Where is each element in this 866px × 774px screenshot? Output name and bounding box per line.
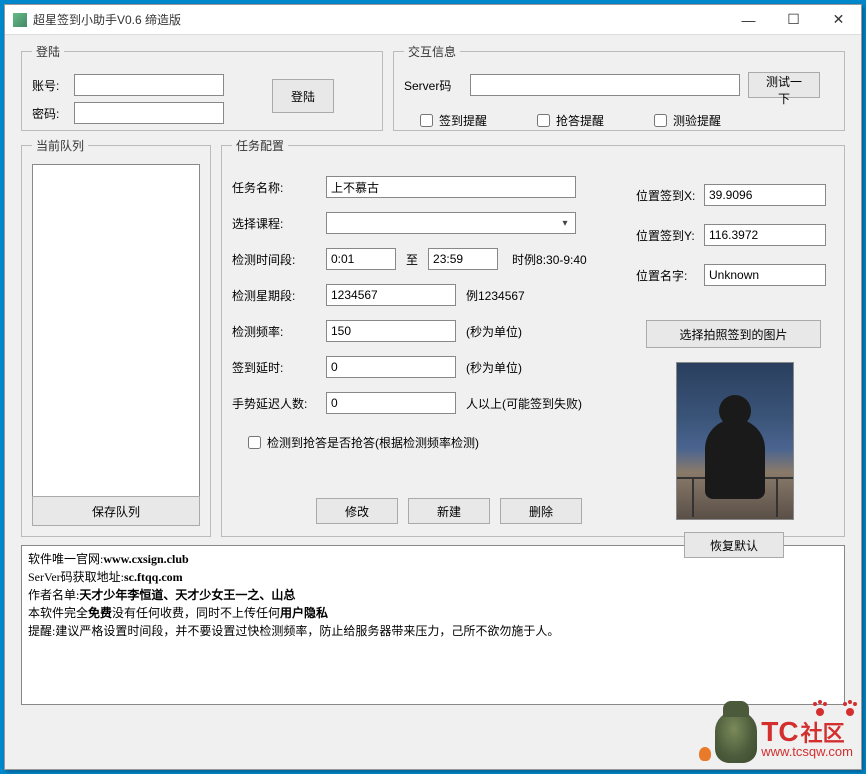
freq-input[interactable] [326,320,456,342]
close-button[interactable]: ✕ [816,5,861,35]
task-name-input[interactable] [326,176,576,198]
chevron-down-icon: ▾ [557,215,573,231]
config-legend: 任务配置 [232,137,288,154]
interaction-legend: 交互信息 [404,43,460,60]
queue-legend: 当前队列 [32,137,88,154]
loc-y-input[interactable] [704,224,826,246]
loc-name-input[interactable] [704,264,826,286]
app-icon [13,13,27,27]
server-label: Server码 [404,77,462,94]
auto-answer-checkbox[interactable]: 检测到抢答是否抢答(根据检测频率检测) [248,434,479,451]
password-label: 密码: [32,105,74,122]
task-name-label: 任务名称: [232,179,326,196]
login-legend: 登陆 [32,43,64,60]
delete-button[interactable]: 删除 [500,498,582,524]
time-range-label: 检测时间段: [232,251,326,268]
new-button[interactable]: 新建 [408,498,490,524]
queue-group: 当前队列 保存队列 [21,137,211,537]
interaction-group: 交互信息 Server码 测试一下 签到提醒 抢答提醒 测验提醒 [393,43,845,131]
photo-preview[interactable] [676,362,794,520]
watermark-logo: TC社区 www.tcsqw.com [715,711,853,763]
gesture-input[interactable] [326,392,456,414]
queue-list[interactable] [32,164,200,504]
info-textarea[interactable]: 软件唯一官网:www.cxsign.club SerVer码获取地址:sc.ft… [21,545,845,705]
time-example: 时例8:30-9:40 [512,251,587,268]
restore-default-button[interactable]: 恢复默认 [684,532,784,558]
loc-y-label: 位置签到Y: [636,227,704,244]
login-button[interactable]: 登陆 [272,79,334,113]
delay-input[interactable] [326,356,456,378]
week-input[interactable] [326,284,456,306]
loc-name-label: 位置名字: [636,267,704,284]
week-label: 检测星期段: [232,287,326,304]
answer-reminder-checkbox[interactable]: 抢答提醒 [537,112,604,129]
gesture-unit: 人以上(可能签到失败) [466,395,582,412]
window-controls: — ☐ ✕ [726,5,861,35]
course-select[interactable]: ▾ [326,212,576,234]
test-button[interactable]: 测试一下 [748,72,820,98]
loc-x-label: 位置签到X: [636,187,704,204]
loc-x-input[interactable] [704,184,826,206]
delay-label: 签到延时: [232,359,326,376]
login-group: 登陆 账号: 密码: 登陆 [21,43,383,131]
task-config-group: 任务配置 任务名称: 选择课程: ▾ 检测时间段: 至 [221,137,845,537]
exam-reminder-checkbox[interactable]: 测验提醒 [654,112,721,129]
save-queue-button[interactable]: 保存队列 [32,496,200,526]
window-title: 超星签到小助手V0.6 缔造版 [33,11,726,28]
minimize-button[interactable]: — [726,5,771,35]
password-input[interactable] [74,102,224,124]
freq-label: 检测频率: [232,323,326,340]
location-panel: 位置签到X: 位置签到Y: 位置名字: 选择拍照签到的图片 [636,184,834,558]
app-window: 超星签到小助手V0.6 缔造版 — ☐ ✕ 登陆 账号: 密码: [4,4,862,770]
choose-photo-button[interactable]: 选择拍照签到的图片 [646,320,821,348]
week-example: 例1234567 [466,287,525,304]
maximize-button[interactable]: ☐ [771,5,816,35]
modify-button[interactable]: 修改 [316,498,398,524]
delay-unit: (秒为单位) [466,359,522,376]
freq-unit: (秒为单位) [466,323,522,340]
account-input[interactable] [74,74,224,96]
time-to-word: 至 [406,251,418,268]
watermark: TC社区 www.tcsqw.com [715,711,853,763]
course-label: 选择课程: [232,215,326,232]
signin-reminder-checkbox[interactable]: 签到提醒 [420,112,487,129]
titlebar[interactable]: 超星签到小助手V0.6 缔造版 — ☐ ✕ [5,5,861,35]
server-input[interactable] [470,74,740,96]
gesture-label: 手势延迟人数: [232,395,326,412]
account-label: 账号: [32,77,74,94]
time-from-input[interactable] [326,248,396,270]
content-area: 登陆 账号: 密码: 登陆 交互信 [5,35,861,713]
time-to-input[interactable] [428,248,498,270]
